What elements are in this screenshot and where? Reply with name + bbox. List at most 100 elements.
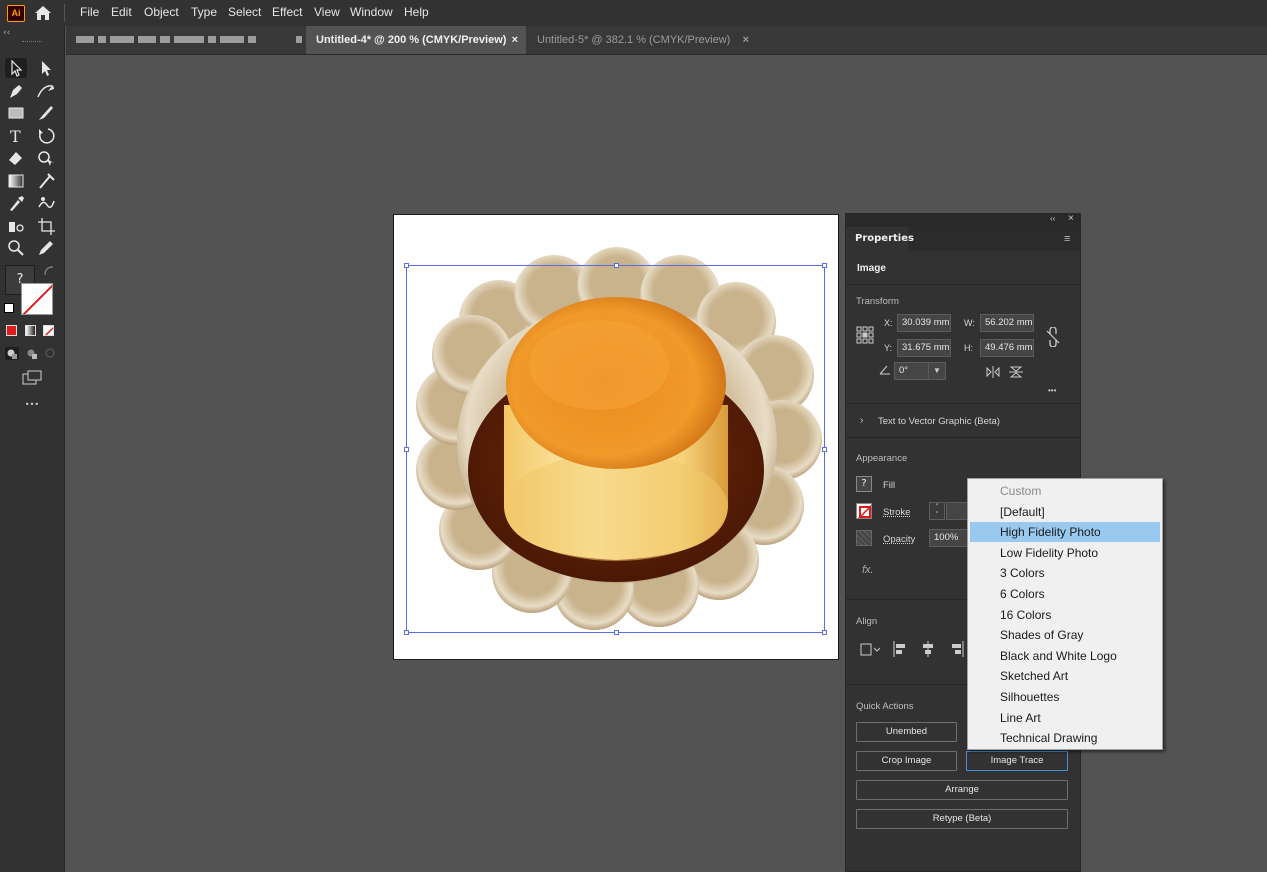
preset-option[interactable]: Technical Drawing xyxy=(970,728,1160,748)
preset-option[interactable]: Silhouettes xyxy=(970,687,1160,707)
more-tools-icon[interactable]: ••• xyxy=(21,400,43,412)
preset-option[interactable]: Black and White Logo xyxy=(970,646,1160,666)
gradient-tool-icon[interactable] xyxy=(5,171,27,191)
default-fill-stroke-icon[interactable] xyxy=(4,303,14,313)
panel-menu-icon[interactable]: ≡ xyxy=(1064,233,1070,245)
preset-option[interactable]: 6 Colors xyxy=(970,584,1160,604)
type-tool-icon[interactable]: T xyxy=(5,126,27,146)
x-field[interactable]: 30.039 mm xyxy=(897,314,951,332)
flip-horizontal-icon[interactable] xyxy=(985,365,1001,379)
eraser-tool-icon[interactable] xyxy=(5,148,27,168)
menu-edit[interactable]: Edit xyxy=(111,0,132,24)
more-options-icon[interactable]: ••• xyxy=(1048,386,1056,395)
menu-file[interactable]: File xyxy=(80,0,99,24)
preset-option[interactable]: 16 Colors xyxy=(970,605,1160,625)
width-field[interactable]: 56.202 mm xyxy=(980,314,1034,332)
edit-toolbar-icon[interactable] xyxy=(35,238,57,258)
gradient-mode-icon[interactable] xyxy=(25,325,36,336)
arrange-button[interactable]: Arrange xyxy=(856,780,1068,800)
retype-button[interactable]: Retype (Beta) xyxy=(856,809,1068,829)
selection-tool-icon[interactable] xyxy=(5,58,27,78)
tab-untitled-4[interactable]: Untitled-4* @ 200 % (CMYK/Preview) × xyxy=(306,26,526,54)
home-icon[interactable] xyxy=(32,3,54,23)
tab-untitled-5[interactable]: Untitled-5* @ 382.1 % (CMYK/Preview) × xyxy=(527,26,757,54)
fx-effects-icon[interactable]: fx. xyxy=(862,564,874,576)
resize-handle[interactable] xyxy=(822,263,827,268)
none-mode-icon[interactable] xyxy=(43,325,54,336)
preset-option[interactable]: High Fidelity Photo xyxy=(970,522,1160,543)
close-icon[interactable]: × xyxy=(512,26,518,54)
close-icon[interactable]: × xyxy=(743,26,749,54)
reference-point-icon[interactable] xyxy=(856,326,874,344)
y-field[interactable]: 31.675 mm xyxy=(897,339,951,357)
preset-option[interactable]: Sketched Art xyxy=(970,666,1160,686)
menu-select[interactable]: Select xyxy=(228,0,261,24)
resize-handle[interactable] xyxy=(614,630,619,635)
panel-title-bar[interactable] xyxy=(845,213,1081,227)
pen-tool-icon[interactable] xyxy=(5,81,27,101)
blurred-document-tab[interactable] xyxy=(76,36,302,44)
align-right-icon[interactable] xyxy=(949,640,965,658)
align-center-icon[interactable] xyxy=(920,640,936,658)
preset-option[interactable]: [Default] xyxy=(970,502,1160,522)
resize-handle[interactable] xyxy=(404,630,409,635)
curvature-tool-icon[interactable] xyxy=(35,81,57,101)
fill-swatch-icon[interactable]: ? xyxy=(856,476,872,492)
draw-inside-icon[interactable] xyxy=(43,347,57,360)
stroke-swatch-icon[interactable] xyxy=(856,503,872,519)
menu-effect[interactable]: Effect xyxy=(272,0,302,24)
rotate-tool-icon[interactable] xyxy=(35,126,57,146)
opacity-field[interactable]: 100% xyxy=(929,529,968,547)
menu-view[interactable]: View xyxy=(314,0,340,24)
collapse-toolbar-icon[interactable]: ‹‹ xyxy=(3,28,10,38)
preset-option[interactable]: Line Art xyxy=(970,708,1160,728)
color-mode-icon[interactable] xyxy=(6,325,17,336)
draw-behind-icon[interactable] xyxy=(25,347,39,360)
stroke-none-swatch[interactable] xyxy=(21,283,53,315)
crop-image-button[interactable]: Crop Image xyxy=(856,751,957,771)
flip-vertical-icon[interactable] xyxy=(1008,365,1024,379)
selection-bounding-box[interactable] xyxy=(404,263,827,635)
eyedropper-tool-icon[interactable] xyxy=(5,193,27,213)
text-to-vector-section[interactable]: Text to Vector Graphic (Beta) xyxy=(878,416,1000,427)
tab-properties[interactable]: Properties xyxy=(846,227,914,251)
stroke-label[interactable]: Stroke xyxy=(883,507,910,518)
preset-option[interactable]: Shades of Gray xyxy=(970,625,1160,645)
draw-normal-icon[interactable] xyxy=(5,347,19,360)
constrain-proportions-icon[interactable] xyxy=(1044,326,1062,348)
zoom-tool-icon[interactable] xyxy=(5,238,27,258)
align-left-icon[interactable] xyxy=(892,640,908,658)
toolbar-grip[interactable] xyxy=(22,41,42,44)
close-panel-icon[interactable]: × xyxy=(1068,213,1074,224)
artboard-tool-icon[interactable] xyxy=(35,216,57,236)
preset-option[interactable]: 3 Colors xyxy=(970,563,1160,583)
screen-mode-icon[interactable] xyxy=(21,369,43,387)
rectangle-tool-icon[interactable] xyxy=(5,103,27,123)
swap-fill-stroke-icon[interactable] xyxy=(43,265,55,277)
symbol-sprayer-tool-icon[interactable] xyxy=(5,216,27,236)
chevron-down-icon[interactable]: ▼ xyxy=(928,363,945,379)
blend-tool-icon[interactable] xyxy=(35,193,57,213)
image-trace-button[interactable]: Image Trace xyxy=(966,751,1068,771)
rotate-field[interactable]: 0° ▼ xyxy=(894,362,946,380)
resize-handle[interactable] xyxy=(404,263,409,268)
resize-handle[interactable] xyxy=(404,447,409,452)
opacity-label[interactable]: Opacity xyxy=(883,534,915,545)
paintbrush-tool-icon[interactable] xyxy=(35,103,57,123)
mesh-tool-icon[interactable] xyxy=(35,171,57,191)
chevron-right-icon[interactable]: › xyxy=(860,415,863,426)
menu-type[interactable]: Type xyxy=(191,0,217,24)
stroke-weight-field[interactable] xyxy=(946,502,968,520)
height-field[interactable]: 49.476 mm xyxy=(980,339,1034,357)
direct-selection-tool-icon[interactable] xyxy=(35,58,57,78)
shape-builder-tool-icon[interactable] xyxy=(35,148,57,168)
unembed-button[interactable]: Unembed xyxy=(856,722,957,742)
resize-handle[interactable] xyxy=(822,447,827,452)
menu-object[interactable]: Object xyxy=(144,0,179,24)
resize-handle[interactable] xyxy=(614,263,619,268)
align-to-icon[interactable] xyxy=(858,640,882,658)
preset-option[interactable]: Low Fidelity Photo xyxy=(970,543,1160,563)
menu-help[interactable]: Help xyxy=(404,0,429,24)
collapse-panel-icon[interactable]: ‹‹ xyxy=(1050,214,1055,223)
stroke-weight-stepper[interactable]: ˄ ˅ xyxy=(929,502,945,520)
